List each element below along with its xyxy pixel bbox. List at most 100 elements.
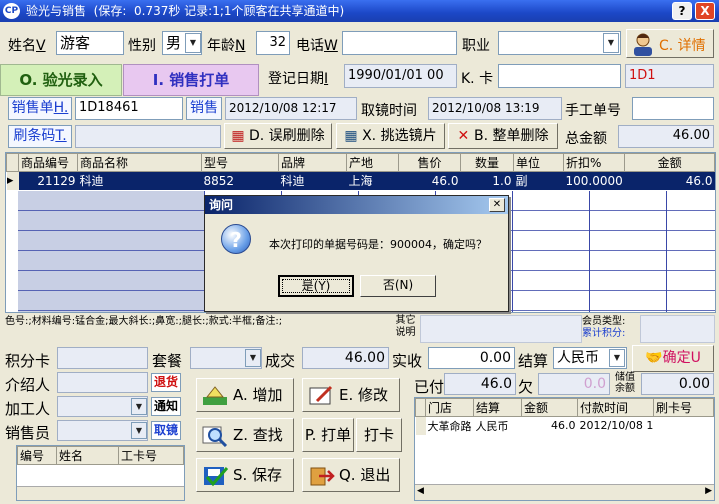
col-price[interactable]: 售价 — [398, 153, 461, 172]
window-title: 验光与销售 (保存: 0.737秒 记录:1;1个顾客在共享通道中) — [26, 4, 345, 18]
payment-table[interactable]: 门店 结算 金额 付款时间 刷卡号 大革命路 人民币 46.0 2012/10/… — [414, 397, 715, 501]
pay-indicator-header — [415, 398, 426, 417]
pay-time-cell: 2012/10/08 1 — [579, 419, 654, 433]
seller-dropdown-icon[interactable]: ▼ — [131, 422, 147, 439]
manual-number-input[interactable] — [632, 97, 714, 120]
sale-time[interactable]: 2012/10/08 12:17 — [225, 97, 357, 120]
item-price-cell: 46.0 — [431, 173, 459, 188]
col-discount[interactable]: 折扣% — [562, 153, 626, 172]
notify-button[interactable]: 通知 — [151, 397, 181, 416]
pay-col-amount[interactable]: 金额 — [521, 398, 578, 417]
wrong-delete-button[interactable]: ▦ D. 误刷删除 — [224, 123, 332, 149]
job-dropdown-icon[interactable]: ▼ — [603, 33, 619, 53]
app-window: CP 验光与销售 (保存: 0.737秒 记录:1;1个顾客在共享通道中) ? … — [0, 0, 719, 504]
close-button[interactable]: X — [695, 2, 715, 20]
confirm-dialog: 询问 ✕ ? 本次打印的单据号码是：900004，确定吗？ 是(Y) 否(N) — [204, 195, 509, 312]
magnifier-icon — [201, 425, 229, 447]
settle-dropdown-icon[interactable]: ▼ — [609, 349, 625, 367]
edit-button[interactable]: E. 修改 — [302, 378, 400, 412]
staff-col-id[interactable]: 编号 — [17, 446, 57, 465]
print-button[interactable]: P. 打单 — [302, 418, 354, 452]
help-button[interactable]: ? — [672, 2, 692, 20]
table-row[interactable]: 大革命路 人民币 46.0 2012/10/08 1 — [415, 416, 714, 435]
barcode-input[interactable] — [75, 125, 221, 148]
col-model[interactable]: 型号 — [201, 153, 279, 172]
scroll-left-icon[interactable]: ◀ — [417, 486, 424, 496]
col-brand[interactable]: 品牌 — [278, 153, 347, 172]
add-button[interactable]: A. 增加 — [196, 378, 294, 412]
save-button[interactable]: S. 保存 — [196, 458, 294, 492]
phone-input[interactable] — [342, 31, 457, 55]
staff-col-name[interactable]: 姓名 — [56, 446, 119, 465]
paid-label: 已付 — [414, 378, 445, 396]
other-notes-label: 其它说明 — [395, 315, 416, 338]
x-icon: ✕ — [457, 128, 475, 144]
tab-optometry[interactable]: O. 验光录入 — [0, 64, 122, 96]
processor-dropdown-icon[interactable]: ▼ — [131, 398, 147, 415]
name-input[interactable]: 游客 — [56, 31, 124, 55]
find-button[interactable]: Z. 查找 — [196, 418, 294, 452]
staff-table[interactable]: 编号 姓名 工卡号 — [16, 445, 185, 501]
barcode-button[interactable]: 刷条码T. — [8, 125, 72, 148]
col-origin[interactable]: 产地 — [346, 153, 399, 172]
points-card-input[interactable] — [57, 347, 148, 369]
scanner-delete-icon: ▦ — [231, 128, 249, 144]
pay-col-time[interactable]: 付款时间 — [577, 398, 654, 417]
punch-card-button[interactable]: 打卡 — [356, 418, 402, 452]
pay-row-indicator — [415, 416, 426, 435]
item-brand-cell: 科迪 — [280, 174, 305, 189]
pay-store-cell: 大革命路 — [427, 419, 472, 433]
pay-col-card[interactable]: 刷卡号 — [653, 398, 714, 417]
confirm-button[interactable]: 🤝确定U — [632, 345, 714, 372]
delete-all-button[interactable]: ✕ B. 整单删除 — [448, 123, 558, 149]
item-description: 色号:;材料编号:锰合金;最大斜长:;鼻宽:;腿长:;款式:半框;备注:; — [5, 316, 283, 327]
points-total-label: 累计积分: — [582, 328, 626, 339]
scroll-right-icon[interactable]: ▶ — [705, 486, 712, 496]
col-amount[interactable]: 金额 — [624, 153, 715, 172]
payment-scrollbar[interactable]: ◀ ▶ — [415, 484, 714, 500]
dialog-close-button[interactable]: ✕ — [489, 198, 505, 212]
exit-button[interactable]: Q. 退出 — [302, 458, 400, 492]
dialog-message: 本次打印的单据号码是：900004，确定吗？ — [269, 238, 487, 251]
processor-label: 加工人 — [5, 400, 51, 418]
pick-lens-button[interactable]: ▦ X. 挑选镜片 — [336, 123, 445, 149]
order-number-input[interactable]: 1D18461 — [75, 97, 183, 120]
regdate-input[interactable]: 1990/01/01 00 — [344, 64, 457, 88]
regdate-label: 登记日期I — [268, 71, 329, 87]
dialog-no-button[interactable]: 否(N) — [360, 275, 436, 297]
handshake-icon: 🤝 — [645, 350, 663, 366]
age-input[interactable]: 32 — [256, 31, 290, 55]
pay-col-settle[interactable]: 结算 — [473, 398, 522, 417]
pickup-time[interactable]: 2012/10/08 13:19 — [428, 97, 562, 120]
package-dropdown-icon[interactable]: ▼ — [245, 349, 261, 367]
manual-number-label: 手工单号 — [565, 103, 621, 119]
table-row[interactable]: ▶ 21129 科迪 8852 科迪 上海 46.0 1.0 副 100.000… — [6, 171, 715, 190]
col-item-name[interactable]: 商品名称 — [77, 153, 202, 172]
stored-balance: 0.00 — [641, 373, 714, 395]
add-icon — [201, 385, 229, 407]
sale-button[interactable]: 销售 — [186, 97, 222, 120]
detail-button[interactable]: C. 详情 — [626, 29, 714, 58]
gender-dropdown-icon[interactable]: ▼ — [185, 33, 201, 53]
staff-col-card[interactable]: 工卡号 — [118, 446, 184, 465]
referrer-input[interactable] — [57, 372, 148, 393]
deal-amount: 46.00 — [302, 347, 389, 369]
question-icon: ? — [221, 224, 251, 254]
order-number-button[interactable]: 销售单H. — [8, 97, 72, 120]
app-logo-icon: CP — [3, 3, 20, 19]
return-button[interactable]: 退货 — [151, 373, 181, 392]
card-input[interactable] — [498, 64, 621, 88]
col-unit[interactable]: 单位 — [513, 153, 564, 172]
received-input[interactable]: 0.00 — [428, 347, 515, 369]
other-notes-field[interactable] — [420, 315, 582, 343]
pay-col-store[interactable]: 门店 — [425, 398, 474, 417]
tab-sales[interactable]: I. 销售打单 — [123, 64, 259, 96]
pickup-glasses-button[interactable]: 取镜 — [151, 421, 181, 440]
pay-card-cell — [654, 417, 714, 435]
item-amount-cell: 46.0 — [685, 173, 713, 188]
col-qty[interactable]: 数量 — [460, 153, 514, 172]
save-icon — [201, 465, 229, 487]
staff-scrollbar[interactable] — [17, 486, 184, 500]
col-item-code[interactable]: 商品编号 — [18, 153, 78, 172]
dialog-yes-button[interactable]: 是(Y) — [278, 275, 354, 297]
